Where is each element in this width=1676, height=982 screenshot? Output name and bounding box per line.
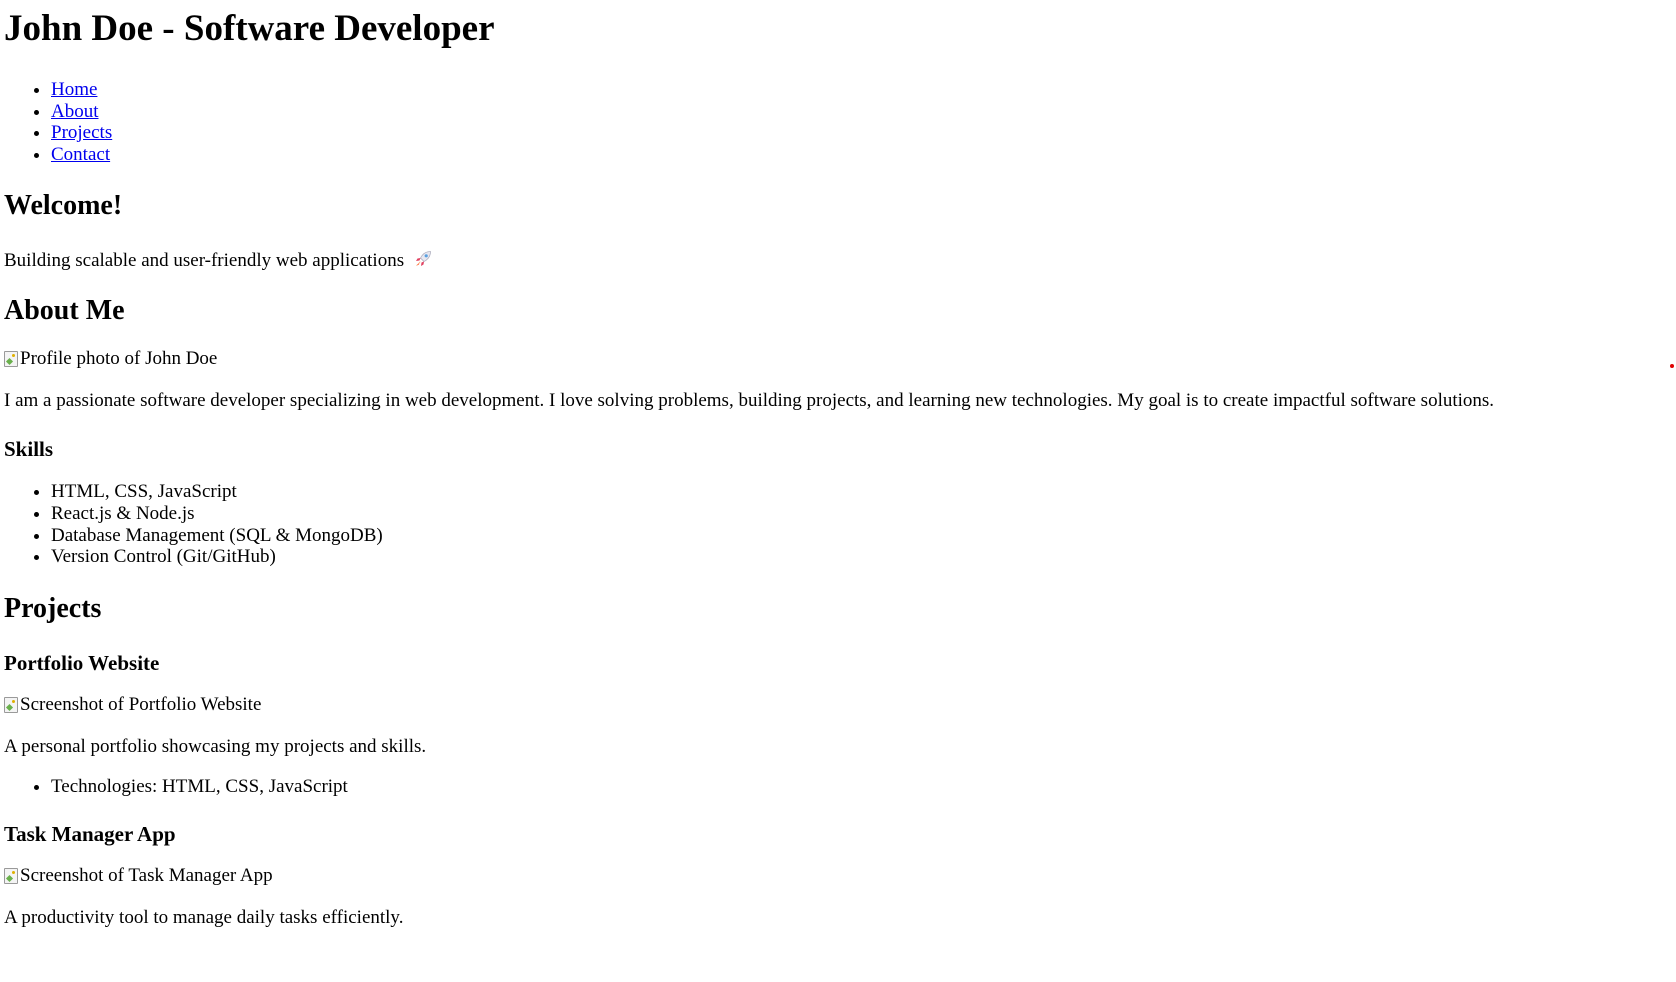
project-title: Task Manager App <box>4 822 176 847</box>
welcome-section: Welcome! Building scalable and user-frie… <box>4 189 1672 272</box>
page-title: John Doe - Software Developer <box>4 8 495 49</box>
skill-item: Database Management (SQL & MongoDB) <box>51 525 1672 547</box>
project-card: Portfolio Website Screenshot of Portfoli… <box>4 650 1672 798</box>
main-nav: Home About Projects Contact <box>4 79 1672 165</box>
projects-section: Projects Portfolio Website Screenshot of… <box>4 592 1672 930</box>
about-section: About Me Profile photo of John Doe I am … <box>4 294 1672 567</box>
nav-item-contact: Contact <box>51 144 1672 166</box>
project-tech-list: Technologies: HTML, CSS, JavaScript <box>4 776 1672 798</box>
welcome-tagline: Building scalable and user-friendly web … <box>4 250 405 272</box>
projects-heading: Projects <box>4 592 102 624</box>
nav-link-about[interactable]: About <box>51 101 99 122</box>
rocket-icon <box>415 251 431 267</box>
broken-image-icon <box>4 696 18 713</box>
project-screenshot: Screenshot of Task Manager App <box>4 865 273 887</box>
nav-item-about: About <box>51 101 1672 123</box>
page: John Doe - Software Developer Home About… <box>0 0 1676 929</box>
nav-item-projects: Projects <box>51 122 1672 144</box>
project-screenshot: Screenshot of Portfolio Website <box>4 694 261 716</box>
nav-link-projects[interactable]: Projects <box>51 122 112 143</box>
nav-link-contact[interactable]: Contact <box>51 144 110 165</box>
project-description: A personal portfolio showcasing my proje… <box>4 735 427 757</box>
profile-photo: Profile photo of John Doe <box>4 348 217 370</box>
about-heading: About Me <box>4 295 125 327</box>
project-screenshot-row: Screenshot of Portfolio Website <box>4 694 1672 718</box>
project-title: Portfolio Website <box>4 650 160 675</box>
stray-red-dot <box>1670 364 1674 368</box>
nav-link-home[interactable]: Home <box>51 79 97 100</box>
project-tech-item: Technologies: HTML, CSS, JavaScript <box>51 776 1672 798</box>
broken-image-icon <box>4 351 18 368</box>
project-screenshot-alt: Screenshot of Task Manager App <box>20 865 273 887</box>
about-bio: I am a passionate software developer spe… <box>4 390 1495 412</box>
broken-image-icon <box>4 868 18 885</box>
welcome-tagline-line: Building scalable and user-friendly web … <box>4 249 1672 272</box>
welcome-heading: Welcome! <box>4 190 123 222</box>
project-description: A productivity tool to manage daily task… <box>4 907 404 929</box>
profile-photo-alt: Profile photo of John Doe <box>20 348 218 370</box>
skills-list: HTML, CSS, JavaScript React.js & Node.js… <box>4 481 1672 567</box>
skill-item: HTML, CSS, JavaScript <box>51 481 1672 503</box>
profile-photo-row: Profile photo of John Doe <box>4 348 1672 372</box>
skill-item: React.js & Node.js <box>51 503 1672 525</box>
skills-heading: Skills <box>4 437 54 462</box>
nav-item-home: Home <box>51 79 1672 101</box>
skill-item: Version Control (Git/GitHub) <box>51 546 1672 568</box>
project-screenshot-row: Screenshot of Task Manager App <box>4 865 1672 889</box>
project-card: Task Manager App Screenshot of Task Mana… <box>4 821 1672 929</box>
project-screenshot-alt: Screenshot of Portfolio Website <box>20 693 262 715</box>
